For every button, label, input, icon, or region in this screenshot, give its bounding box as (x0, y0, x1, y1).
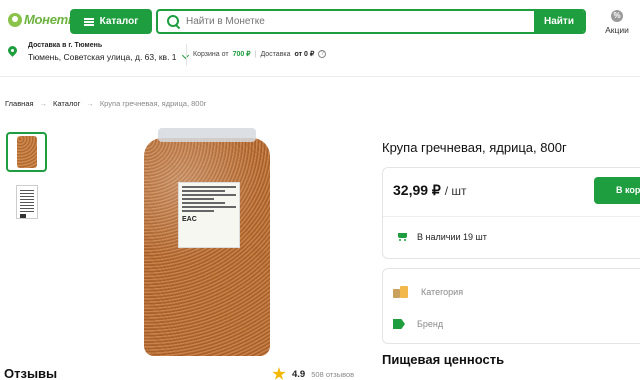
rating-summary[interactable]: 4.9 508 отзывов (272, 367, 354, 380)
menu-icon (83, 17, 94, 26)
location-pin-icon (8, 46, 18, 58)
price-unit: / шт (444, 184, 467, 198)
logo-mark-icon (8, 12, 22, 27)
breadcrumb-home[interactable]: Главная (5, 99, 34, 108)
breadcrumb-current: Крупа гречневая, ядрица, 800г (99, 99, 207, 108)
divider (186, 44, 187, 66)
gallery-thumbnail[interactable] (6, 182, 47, 222)
cart-icon (397, 232, 409, 242)
rating-value: 4.9 (292, 368, 306, 380)
separator: | (254, 50, 257, 58)
delivery-title: Доставка в г. Тюмень (28, 42, 103, 49)
delivery-address-selector[interactable]: Доставка в г. Тюмень Тюмень, Советская у… (8, 42, 189, 62)
promo-label: Акции (605, 25, 629, 35)
reviews-count: 508 отзывов (311, 369, 355, 379)
product-price: 32,99 ₽ / шт (393, 182, 467, 199)
reviews-title: Отзывы (4, 366, 58, 380)
gallery-thumbnail-active[interactable] (6, 132, 47, 172)
thumbnail-image (15, 185, 38, 219)
category-row[interactable]: Категория (393, 286, 463, 298)
promo-link[interactable]: Акции (600, 8, 634, 35)
discount-icon (611, 10, 623, 22)
delivery-price-label: Доставка (260, 50, 291, 58)
header-divider (0, 76, 640, 77)
cart-min-label: Корзина от (193, 50, 229, 58)
add-to-cart-button[interactable]: В корзину (594, 177, 640, 204)
search-bar: Найти (156, 9, 586, 34)
info-icon[interactable]: ? (318, 50, 327, 58)
breadcrumb-catalog[interactable]: Каталог (53, 99, 80, 108)
order-limits: Корзина от 700 ₽ | Доставка от 0 ₽ ? (193, 50, 327, 58)
attributes-card: Категория Бренд (382, 268, 640, 344)
price-value: 32,99 ₽ (393, 182, 441, 198)
thumbnail-image (16, 136, 37, 168)
search-input[interactable] (184, 16, 534, 27)
category-label: Категория (421, 287, 464, 297)
search-icon (164, 12, 184, 32)
catalog-button[interactable]: Каталог (70, 9, 152, 34)
product-title: Крупа гречневая, ядрица, 800г (382, 140, 567, 155)
delivery-address: Тюмень, Советская улица, д. 63, кв. 1 (28, 52, 177, 62)
nutrition-title: Пищевая ценность (382, 352, 505, 367)
stock-status: В наличии 19 шт (397, 232, 487, 242)
brand-row[interactable]: Бренд (393, 319, 443, 329)
delivery-price-value: от 0 ₽ (294, 51, 315, 58)
brand-label: Бренд (417, 319, 444, 329)
breadcrumb: Главная → Каталог → Крупа гречневая, ядр… (5, 99, 206, 108)
product-image: EAC (144, 128, 270, 356)
eac-mark: EAC (182, 216, 197, 223)
bag-seal (158, 128, 256, 142)
bag-label: EAC (178, 182, 240, 248)
category-icon (393, 286, 409, 298)
divider (383, 216, 640, 217)
breadcrumb-arrow-icon: → (86, 99, 94, 108)
breadcrumb-arrow-icon: → (39, 99, 48, 108)
cart-min-value: 700 ₽ (232, 51, 251, 58)
price-card: 32,99 ₽ / шт В корзину В наличии 19 шт (382, 167, 640, 259)
star-icon (272, 367, 286, 380)
tag-icon (393, 319, 405, 329)
catalog-button-label: Каталог (99, 16, 139, 27)
stock-text: В наличии 19 шт (417, 232, 487, 242)
search-button[interactable]: Найти (534, 11, 584, 32)
